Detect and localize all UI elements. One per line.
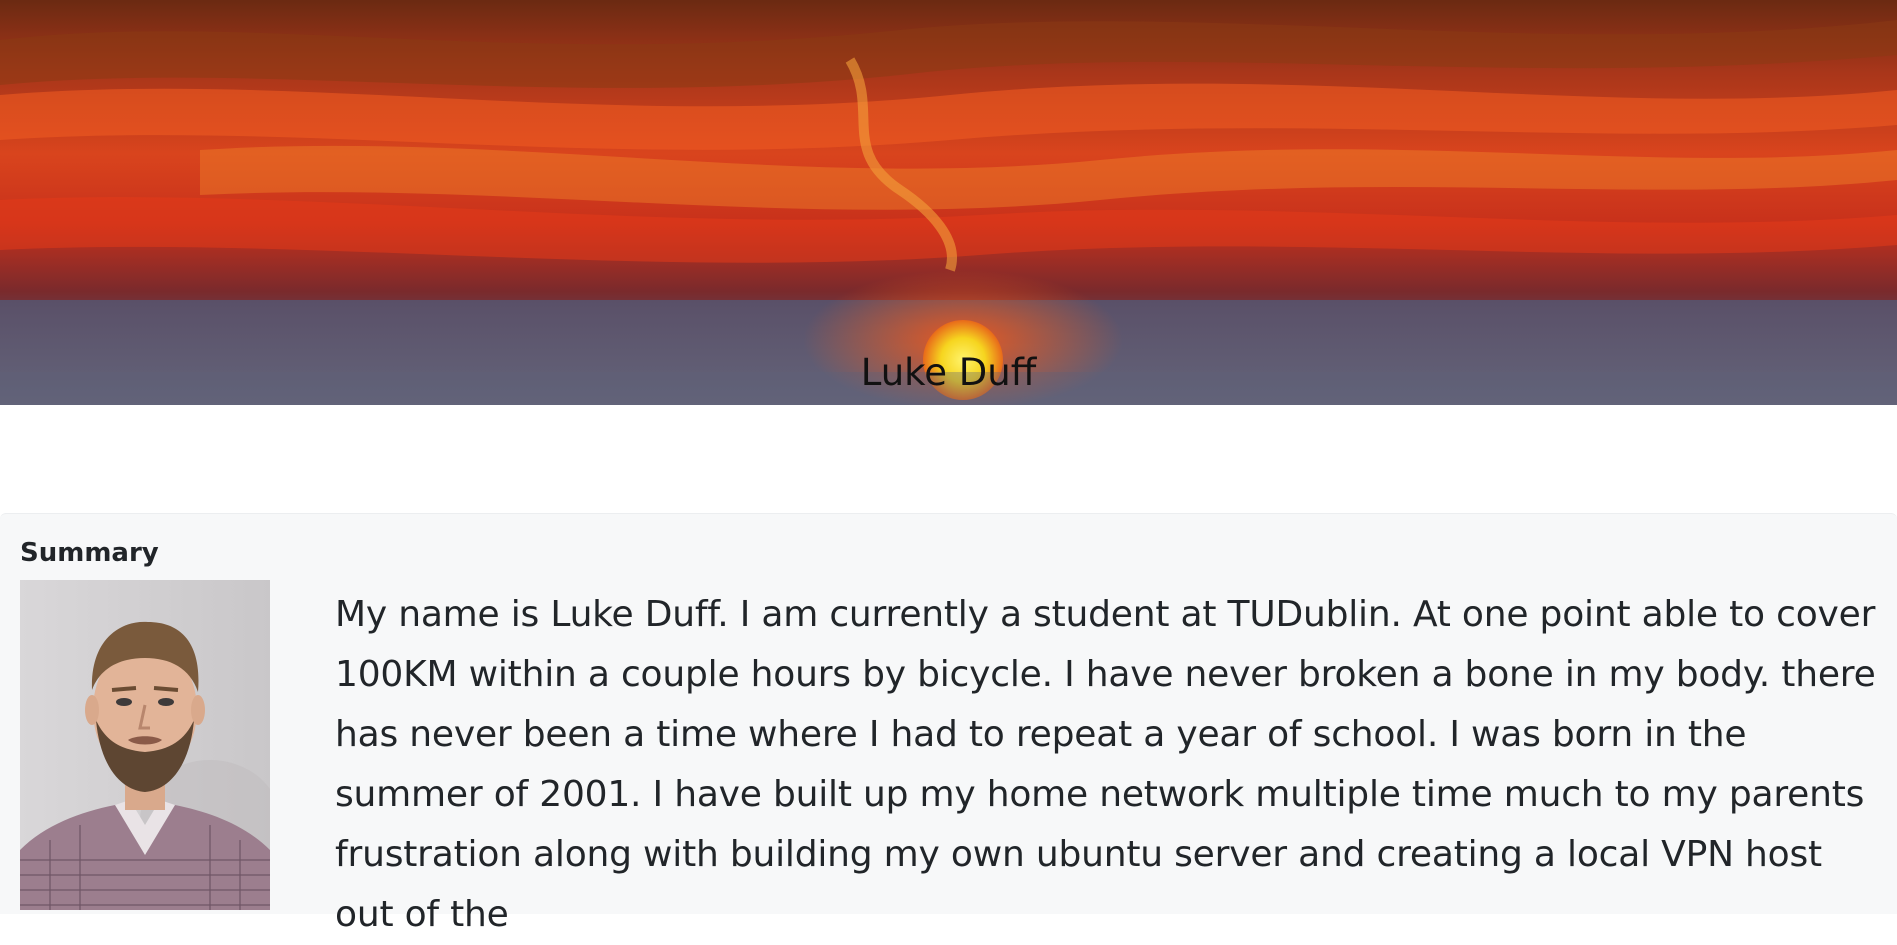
profile-photo — [20, 580, 270, 910]
summary-heading: Summary — [20, 538, 159, 568]
profile-portrait — [20, 580, 270, 910]
sunset-image — [0, 0, 1897, 405]
hero-banner: Luke Duff — [0, 0, 1897, 405]
hero-name: Luke Duff — [860, 351, 1037, 394]
summary-card: Summary My name is Luke Duff. I am curre… — [0, 513, 1897, 935]
summary-text: My name is Luke Duff. I am currently a s… — [335, 594, 1876, 935]
